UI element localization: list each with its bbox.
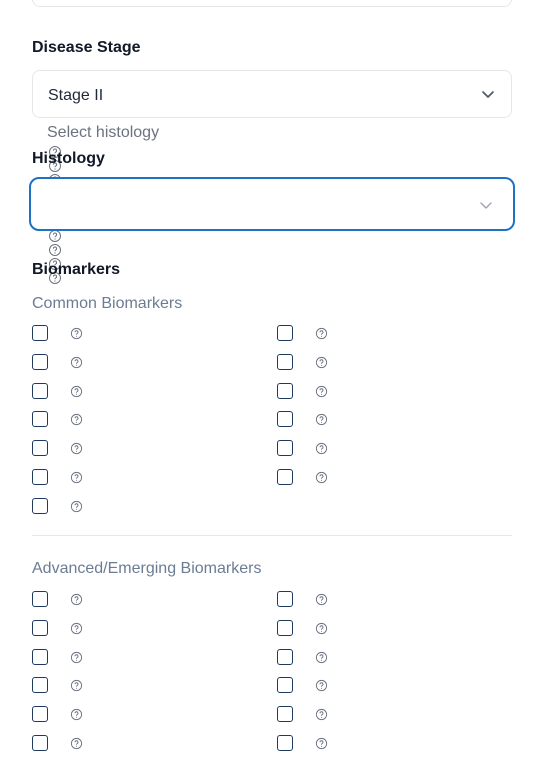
- help-circle-icon[interactable]: [70, 327, 83, 340]
- biomarker-checkbox[interactable]: [277, 649, 293, 665]
- biomarker-checkbox[interactable]: [32, 498, 48, 514]
- help-circle-icon[interactable]: [70, 679, 83, 692]
- help-circle-icon[interactable]: [315, 708, 328, 721]
- help-circle-icon[interactable]: [315, 327, 328, 340]
- biomarker-checkbox[interactable]: [277, 469, 293, 485]
- help-circle-icon[interactable]: [70, 708, 83, 721]
- chevron-down-icon: [482, 91, 494, 98]
- help-circle-icon[interactable]: [70, 385, 83, 398]
- help-circle-icon[interactable]: [70, 500, 83, 513]
- biomarker-checkbox[interactable]: [277, 591, 293, 607]
- biomarker-checkbox[interactable]: [32, 440, 48, 456]
- biomarker-checkbox[interactable]: [32, 649, 48, 665]
- biomarker-checkbox[interactable]: [277, 735, 293, 751]
- help-circle-icon[interactable]: [70, 593, 83, 606]
- help-circle-icon[interactable]: [70, 413, 83, 426]
- biomarker-checkbox[interactable]: [32, 620, 48, 636]
- help-circle-icon[interactable]: [315, 622, 328, 635]
- help-circle-icon[interactable]: [315, 737, 328, 750]
- help-circle-icon[interactable]: [315, 413, 328, 426]
- biomarker-checkbox[interactable]: [277, 440, 293, 456]
- histology-select[interactable]: [29, 177, 515, 231]
- help-circle-icon[interactable]: [315, 651, 328, 664]
- disease-stage-select[interactable]: Stage II: [32, 70, 512, 118]
- biomarker-checkbox[interactable]: [32, 383, 48, 399]
- biomarker-checkbox[interactable]: [32, 706, 48, 722]
- disease-stage-label: Disease Stage: [32, 39, 141, 56]
- previous-field-bottom: [32, 0, 512, 7]
- help-circle-icon: [49, 230, 61, 242]
- help-circle-icon[interactable]: [315, 385, 328, 398]
- biomarker-checkbox[interactable]: [277, 706, 293, 722]
- biomarker-checkbox[interactable]: [32, 735, 48, 751]
- biomarkers-label: Biomarkers: [32, 261, 121, 278]
- biomarker-checkbox[interactable]: [277, 620, 293, 636]
- common-biomarkers-title: Common Biomarkers: [32, 295, 183, 312]
- help-circle-icon[interactable]: [70, 471, 83, 484]
- biomarker-checkbox[interactable]: [277, 354, 293, 370]
- help-circle-icon[interactable]: [70, 737, 83, 750]
- biomarker-checkbox[interactable]: [32, 354, 48, 370]
- biomarker-checkbox[interactable]: [32, 591, 48, 607]
- biomarker-checkbox[interactable]: [277, 325, 293, 341]
- help-circle-icon[interactable]: [70, 622, 83, 635]
- help-circle-icon[interactable]: [315, 442, 328, 455]
- help-circle-icon[interactable]: [315, 593, 328, 606]
- biomarker-checkbox[interactable]: [32, 411, 48, 427]
- histology-label: Histology: [32, 150, 105, 167]
- help-circle-icon[interactable]: [315, 471, 328, 484]
- biomarker-checkbox[interactable]: [32, 677, 48, 693]
- disease-stage-value: Stage II: [48, 87, 104, 104]
- section-divider: [32, 535, 512, 536]
- help-circle-icon[interactable]: [315, 356, 328, 369]
- advanced-biomarkers-title: Advanced/Emerging Biomarkers: [32, 560, 262, 577]
- help-circle-icon: [49, 244, 61, 256]
- biomarker-checkbox[interactable]: [32, 325, 48, 341]
- help-circle-icon[interactable]: [70, 442, 83, 455]
- help-circle-icon[interactable]: [315, 679, 328, 692]
- biomarker-checkbox[interactable]: [277, 411, 293, 427]
- histology-placeholder: Select histology: [47, 124, 160, 141]
- help-circle-icon[interactable]: [70, 356, 83, 369]
- biomarker-checkbox[interactable]: [277, 383, 293, 399]
- biomarker-checkbox[interactable]: [277, 677, 293, 693]
- help-circle-icon[interactable]: [70, 651, 83, 664]
- biomarker-checkbox[interactable]: [32, 469, 48, 485]
- chevron-down-icon: [480, 202, 492, 209]
